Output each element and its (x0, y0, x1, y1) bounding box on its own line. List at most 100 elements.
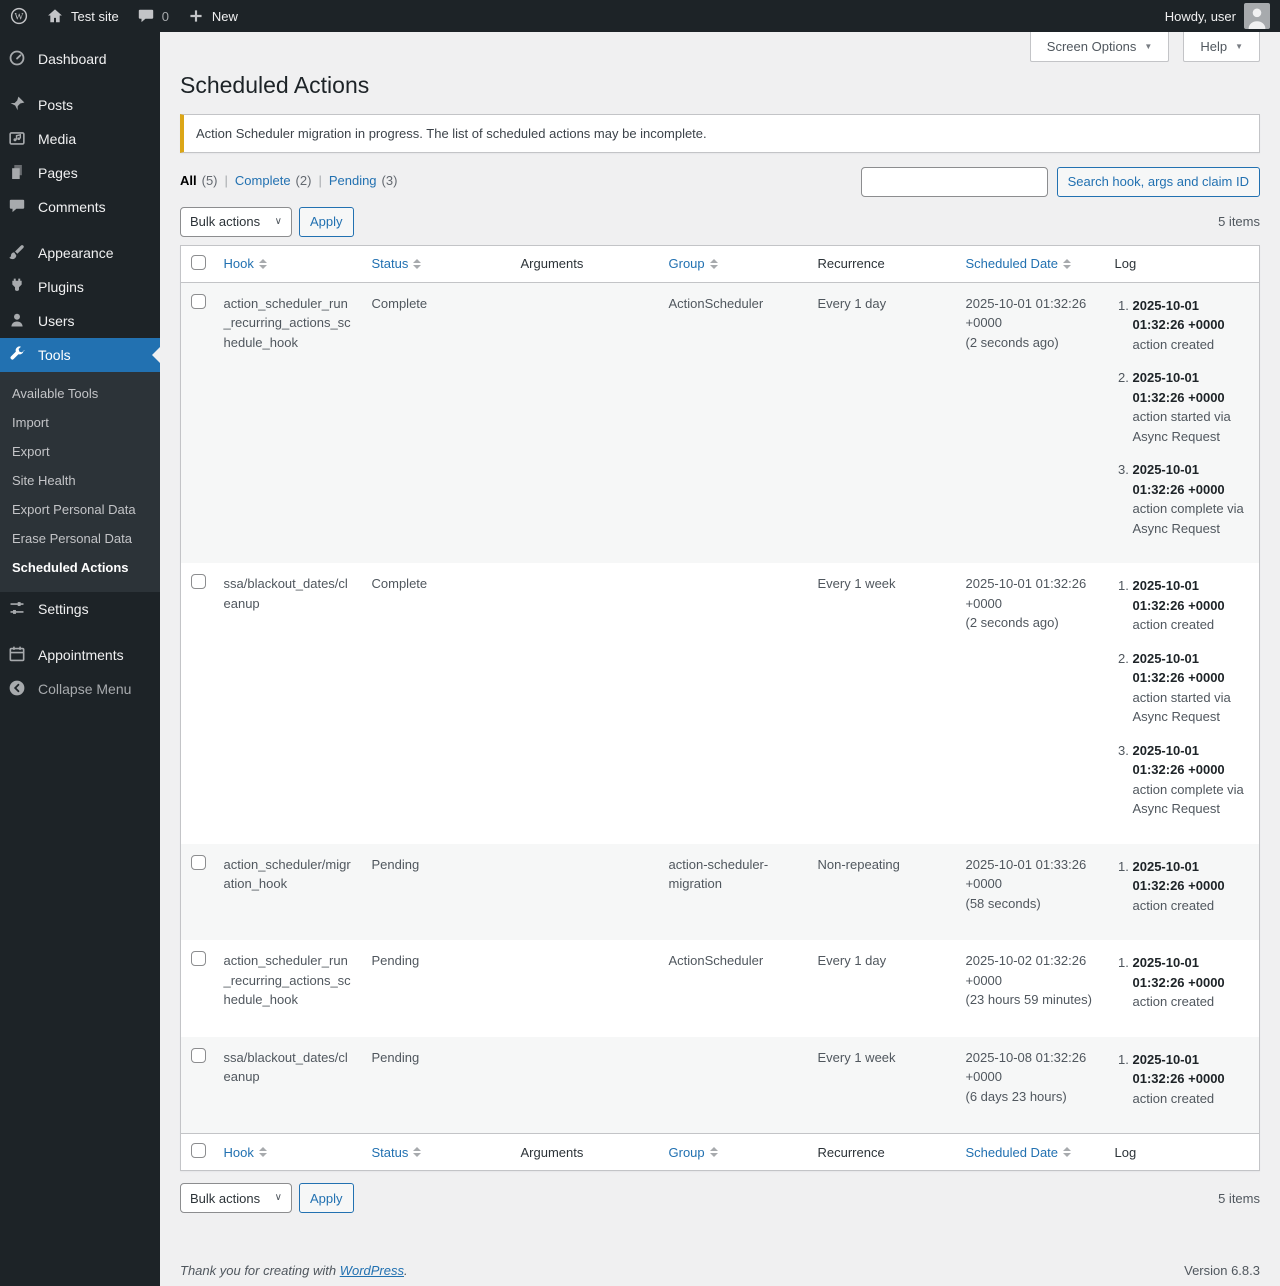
column-header-hook: Hook (214, 245, 362, 282)
column-header-group: Group (659, 1134, 808, 1171)
sidebar-item-label: Appearance (38, 245, 114, 261)
sidebar-item-comments[interactable]: Comments (0, 190, 160, 224)
sidebar-item-label: Collapse Menu (38, 681, 131, 697)
sort-link-status[interactable]: Status (372, 1145, 422, 1160)
plus-icon (187, 7, 205, 25)
hook-cell: action_scheduler_run_recurring_actions_s… (214, 940, 362, 1037)
submenu-item-import[interactable]: Import (0, 408, 160, 437)
sidebar-item-tools[interactable]: Tools (0, 338, 160, 372)
log-entry: 2025-10-01 01:32:26 +0000 action complet… (1133, 460, 1250, 538)
sort-arrows-icon (413, 259, 421, 269)
sort-up-icon (413, 259, 421, 263)
notice-text: Action Scheduler migration in progress. … (196, 126, 707, 141)
help-button[interactable]: Help ▼ (1183, 32, 1260, 62)
sort-link-hook[interactable]: Hook (224, 1145, 267, 1160)
submenu-item-erase-personal-data[interactable]: Erase Personal Data (0, 524, 160, 553)
select-all-checkbox[interactable] (191, 1143, 206, 1158)
bulk-actions-select[interactable]: Bulk actions (180, 207, 292, 237)
table-foot: HookStatusArgumentsGroupRecurrenceSchedu… (181, 1134, 1260, 1171)
column-label: Group (669, 256, 705, 271)
filter-pending: Pending(3) (311, 173, 397, 188)
sort-link-group[interactable]: Group (669, 1145, 718, 1160)
site-name: Test site (71, 9, 119, 24)
filter-link[interactable]: Complete (235, 173, 291, 188)
tools-submenu: Available ToolsImportExportSite HealthEx… (0, 372, 160, 592)
sort-down-icon (413, 265, 421, 269)
scheduled-date: 2025-10-08 01:32:26 +0000 (966, 1048, 1095, 1087)
search-button[interactable]: Search hook, args and claim ID (1057, 167, 1260, 197)
row-checkbox-cell (181, 282, 214, 563)
arguments-cell (511, 844, 659, 941)
row-checkbox-cell (181, 563, 214, 844)
screen-options-label: Screen Options (1047, 39, 1137, 54)
footer: Thank you for creating with WordPress. V… (180, 1263, 1260, 1278)
sidebar-item-plugins[interactable]: Plugins (0, 270, 160, 304)
posts-icon (8, 95, 28, 115)
column-header-scheduled-date: Scheduled Date (956, 1134, 1105, 1171)
sidebar-item-collapse-menu[interactable]: Collapse Menu (0, 672, 160, 706)
media-icon (8, 129, 28, 149)
sort-link-scheduled-date[interactable]: Scheduled Date (966, 1145, 1072, 1160)
sort-link-group[interactable]: Group (669, 256, 718, 271)
screen-options-button[interactable]: Screen Options ▼ (1030, 32, 1170, 62)
apply-button[interactable]: Apply (299, 207, 354, 237)
group-cell: action-scheduler-migration (659, 844, 808, 941)
sidebar-item-media[interactable]: Media (0, 122, 160, 156)
recurrence-cell: Every 1 week (808, 563, 956, 844)
search-input[interactable] (861, 167, 1048, 197)
scheduled-date-cell: 2025-10-08 01:32:26 +0000(6 days 23 hour… (956, 1037, 1105, 1134)
wordpress-link[interactable]: WordPress (340, 1263, 404, 1278)
sidebar-item-settings[interactable]: Settings (0, 592, 160, 626)
sidebar-item-users[interactable]: Users (0, 304, 160, 338)
column-label: Hook (224, 256, 254, 271)
arguments-cell (511, 1037, 659, 1134)
row-checkbox[interactable] (191, 951, 206, 966)
footer-header-row: HookStatusArgumentsGroupRecurrenceSchedu… (181, 1134, 1260, 1171)
visit-site-link[interactable]: Test site (46, 7, 119, 25)
sidebar-item-pages[interactable]: Pages (0, 156, 160, 190)
row-checkbox[interactable] (191, 1048, 206, 1063)
avatar[interactable] (1244, 3, 1270, 29)
apply-button[interactable]: Apply (299, 1183, 354, 1213)
submenu-item-export[interactable]: Export (0, 437, 160, 466)
log-list: 2025-10-01 01:32:26 +0000 action created (1115, 1050, 1250, 1109)
tablenav-top: Bulk actions Apply 5 items (180, 207, 1260, 237)
column-label: Recurrence (818, 1145, 885, 1160)
comments-icon (8, 197, 28, 217)
select-all-checkbox[interactable] (191, 255, 206, 270)
row-checkbox[interactable] (191, 574, 206, 589)
sidebar-item-dashboard[interactable]: Dashboard (0, 42, 160, 76)
table-row: action_scheduler_run_recurring_actions_s… (181, 282, 1260, 563)
sort-link-scheduled-date[interactable]: Scheduled Date (966, 256, 1072, 271)
items-count: 5 items (1218, 1191, 1260, 1206)
group-cell: ActionScheduler (659, 282, 808, 563)
account-menu[interactable]: Howdy, user (1165, 3, 1270, 29)
sidebar-item-label: Appointments (38, 647, 124, 663)
column-label: Scheduled Date (966, 1145, 1059, 1160)
sidebar-item-posts[interactable]: Posts (0, 88, 160, 122)
submenu-item-export-personal-data[interactable]: Export Personal Data (0, 495, 160, 524)
row-checkbox[interactable] (191, 855, 206, 870)
plugins-icon (8, 277, 28, 297)
column-header-recurrence: Recurrence (808, 1134, 956, 1171)
table-row: action_scheduler/migration_hookPendingac… (181, 844, 1260, 941)
wordpress-menu-button[interactable]: W (10, 7, 28, 25)
scheduled-date-note: (23 hours 59 minutes) (966, 990, 1095, 1010)
comments-admin-link[interactable]: 0 (137, 7, 169, 25)
row-checkbox[interactable] (191, 294, 206, 309)
recurrence-cell: Every 1 day (808, 282, 956, 563)
bulk-actions-select[interactable]: Bulk actions (180, 1183, 292, 1213)
new-content-button[interactable]: New (187, 7, 238, 25)
sort-link-hook[interactable]: Hook (224, 256, 267, 271)
sidebar-item-appearance[interactable]: Appearance (0, 236, 160, 270)
filter-link[interactable]: Pending (329, 173, 377, 188)
status-filter-list: All(5)Complete(2)Pending(3) (180, 173, 397, 188)
submenu-item-site-health[interactable]: Site Health (0, 466, 160, 495)
sidebar-item-appointments[interactable]: Appointments (0, 638, 160, 672)
scheduled-date: 2025-10-01 01:32:26 +0000 (966, 294, 1095, 333)
submenu-item-scheduled-actions[interactable]: Scheduled Actions (0, 553, 160, 582)
submenu-item-available-tools[interactable]: Available Tools (0, 379, 160, 408)
table-row: action_scheduler_run_recurring_actions_s… (181, 940, 1260, 1037)
select-all-checkbox-cell (181, 245, 214, 282)
sort-link-status[interactable]: Status (372, 256, 422, 271)
